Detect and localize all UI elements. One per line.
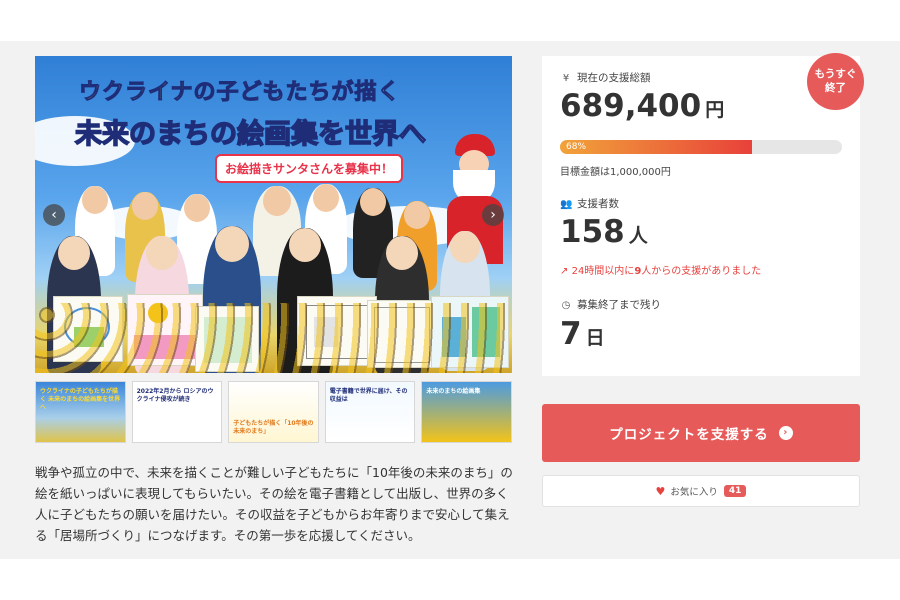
thumbnail-caption: 未来のまちの絵画集 <box>426 388 481 395</box>
thumbnail-4[interactable]: 電子書籍で世界に届け、その収益は <box>324 381 416 443</box>
thumbnail-1[interactable]: ウクライナの子どもたちが描く 未来のまちの絵画集を世界へ <box>35 381 126 443</box>
heart-icon: ♥ <box>655 484 666 498</box>
support-button-label: プロジェクトを支援する <box>609 427 769 443</box>
hero-title-part: 未来のまちの絵画集 <box>74 118 319 151</box>
remaining-unit: 日 <box>585 327 605 349</box>
chevron-right-icon: › <box>778 426 793 440</box>
goal-amount: 目標金額は1,000,000円 <box>560 167 671 178</box>
remaining-label: ◷ 募集終了まで残り <box>560 297 661 312</box>
hero-title-line2: 未来のまちの絵画集を世界へ <box>74 112 427 151</box>
favorite-count: 41 <box>723 485 747 497</box>
amount-value: 689,400 円 <box>560 88 724 124</box>
supporters-label: 👥 支援者数 <box>560 196 619 211</box>
thumbnail-3[interactable]: 子どもたちが描く「10年後の未来のまち」 <box>228 381 319 443</box>
amount-label: ¥ 現在の支援総額 <box>560 70 651 85</box>
ending-soon-badge: もうすぐ 終了 <box>807 53 864 110</box>
funding-progress-bar: 68% <box>560 140 842 154</box>
carousel-prev-button[interactable]: ‹ <box>43 204 65 226</box>
users-icon: 👥 <box>560 199 573 210</box>
recent-support-notice: ↗ 24時間以内に9人からの支援がありました <box>560 262 761 277</box>
recent-prefix: 24時間以内に <box>571 266 635 277</box>
support-project-button[interactable]: プロジェクトを支援する › <box>542 404 860 462</box>
supporters-unit: 人 <box>628 225 648 247</box>
amount-unit: 円 <box>705 99 725 121</box>
recent-suffix: 人からの支援がありました <box>641 266 762 277</box>
hero-title-part: を <box>317 118 346 151</box>
progress-fill <box>560 140 752 154</box>
remaining-value: 7日 <box>560 316 605 352</box>
trend-up-icon: ↗ <box>560 266 569 277</box>
supporters-value: 158 人 <box>560 214 648 250</box>
clock-icon: ◷ <box>561 300 571 311</box>
thumbnail-caption: 2022年2月から ロシアのウクライナ侵攻が続き <box>136 388 214 403</box>
thumbnail-caption: 子どもたちが描く「10年後の未来のまち」 <box>233 420 314 435</box>
progress-percent: 68% <box>566 142 587 152</box>
badge-line: 終了 <box>825 82 846 94</box>
amount-number: 689,400 <box>560 88 702 124</box>
yen-icon: ¥ <box>562 73 570 84</box>
thumbnail-2[interactable]: 2022年2月から ロシアのウクライナ侵攻が続き <box>131 381 223 443</box>
favorite-button[interactable]: ♥ お気に入り 41 <box>542 475 860 507</box>
project-description: 戦争や孤立の中で、未来を描くことが難しい子どもたちに「10年後の未来のまち」の絵… <box>35 465 513 543</box>
hero-title-line1: ウクライナの子どもたちが描く <box>79 80 401 106</box>
carousel-next-button[interactable]: › <box>482 204 504 226</box>
remaining-label-text: 募集終了まで残り <box>577 299 661 311</box>
image-thumbnail-strip: ウクライナの子どもたちが描く 未来のまちの絵画集を世界へ 2022年2月から ロ… <box>35 381 512 443</box>
supporters-number: 158 <box>560 214 625 250</box>
project-hero-image[interactable]: ウクライナの子どもたちが描く 未来のまちの絵画集を世界へ お絵描きサンタさんを募… <box>35 56 512 373</box>
hero-title-part: 世界へ <box>344 118 427 151</box>
favorite-label: お気に入り <box>670 487 718 498</box>
remaining-number: 7 <box>560 316 582 352</box>
thumbnail-caption: ウクライナの子どもたちが描く 未来のまちの絵画集を世界へ <box>40 388 121 411</box>
santa-recruit-banner: お絵描きサンタさんを募集中！ <box>215 154 404 183</box>
thumbnail-caption: 電子書籍で世界に届け、その収益は <box>329 388 408 403</box>
sunflower-field <box>35 303 512 373</box>
amount-label-text: 現在の支援総額 <box>577 72 651 84</box>
supporters-label-text: 支援者数 <box>577 198 619 210</box>
badge-line: もうすぐ <box>814 68 857 80</box>
thumbnail-5[interactable]: 未来のまちの絵画集 <box>421 381 512 443</box>
